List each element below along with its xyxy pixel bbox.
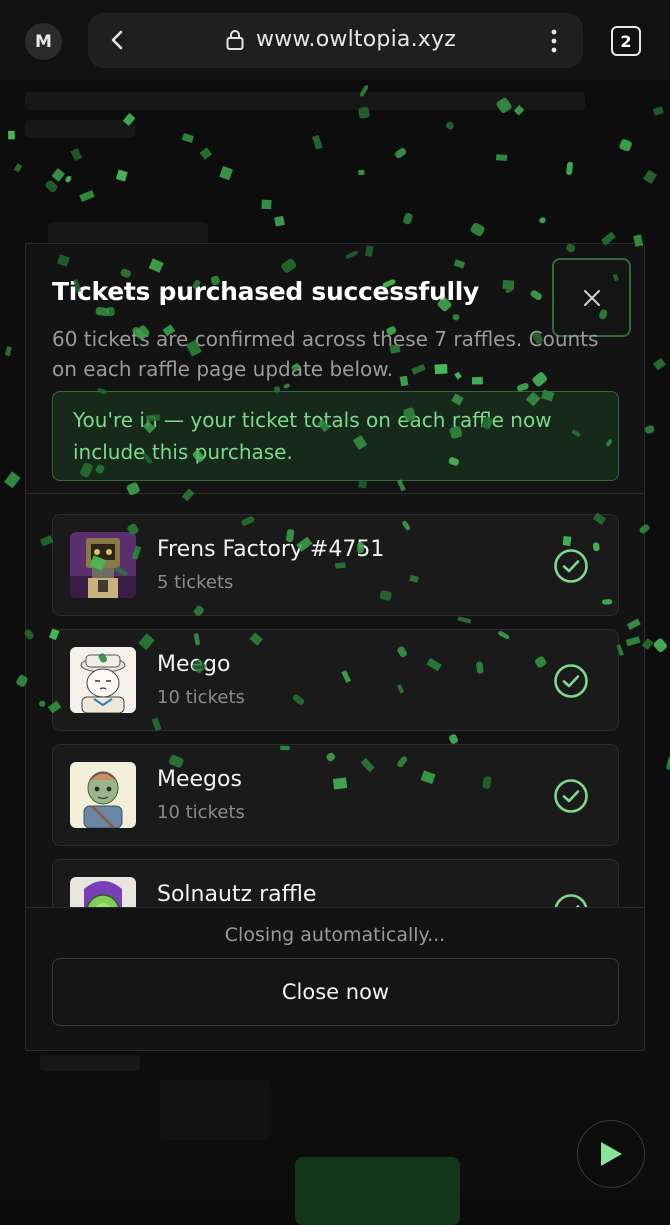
auto-close-status: Closing automatically... <box>224 924 446 946</box>
raffle-card[interactable]: Meegos 10 tickets <box>52 744 619 846</box>
profile-avatar[interactable]: M <box>25 23 62 60</box>
modal-description: 60 tickets are confirmed across these 7 … <box>52 327 599 381</box>
check-circle-icon <box>554 894 588 907</box>
background-text <box>25 92 585 110</box>
raffle-thumbnail <box>70 762 136 828</box>
background-text <box>40 1055 140 1071</box>
background-text <box>25 120 135 138</box>
close-icon <box>583 289 600 306</box>
purchase-success-modal: Tickets purchased successfully 60 ticket… <box>25 243 645 1051</box>
play-button[interactable] <box>577 1120 645 1188</box>
modal-footer: Closing automatically... Close now <box>26 907 644 1050</box>
back-icon[interactable] <box>106 28 130 52</box>
raffle-name: Frens Factory #4751 <box>157 537 385 562</box>
raffle-thumbnail <box>70 532 136 598</box>
address-bar[interactable]: www.owltopia.xyz <box>88 13 583 68</box>
background-heading <box>48 222 208 244</box>
raffle-ticket-count: 5 tickets <box>157 572 234 593</box>
raffle-thumbnail <box>70 647 136 713</box>
raffle-thumbnail <box>70 877 136 907</box>
browser-toolbar: M www.owltopia.xyz 2 <box>0 0 670 80</box>
play-icon <box>601 1142 622 1166</box>
raffle-name: Solnautz raffle <box>157 882 317 907</box>
raffle-card[interactable]: Meego 10 tickets <box>52 629 619 731</box>
raffle-card[interactable]: Solnautz raffle <box>52 859 619 907</box>
more-icon[interactable] <box>547 27 561 55</box>
close-now-button[interactable]: Close now <box>52 958 619 1026</box>
modal-title: Tickets purchased successfully <box>52 277 479 306</box>
lock-icon <box>226 30 244 50</box>
raffle-name: Meego <box>157 652 231 677</box>
check-circle-icon <box>554 664 588 698</box>
raffle-name: Meegos <box>157 767 242 792</box>
raffle-ticket-count: 10 tickets <box>157 802 245 823</box>
raffle-list[interactable]: Frens Factory #4751 5 tickets Meego 10 t… <box>26 494 644 907</box>
check-circle-icon <box>554 779 588 813</box>
raffle-ticket-count: 10 tickets <box>157 687 245 708</box>
success-message: You're in — your ticket totals on each r… <box>52 391 619 481</box>
background-buy-button <box>295 1157 460 1225</box>
raffle-card[interactable]: Frens Factory #4751 5 tickets <box>52 514 619 616</box>
check-circle-icon <box>554 549 588 583</box>
tabs-icon[interactable]: 2 <box>611 26 641 56</box>
background-field <box>160 1080 270 1140</box>
url-text[interactable]: www.owltopia.xyz <box>256 27 456 52</box>
